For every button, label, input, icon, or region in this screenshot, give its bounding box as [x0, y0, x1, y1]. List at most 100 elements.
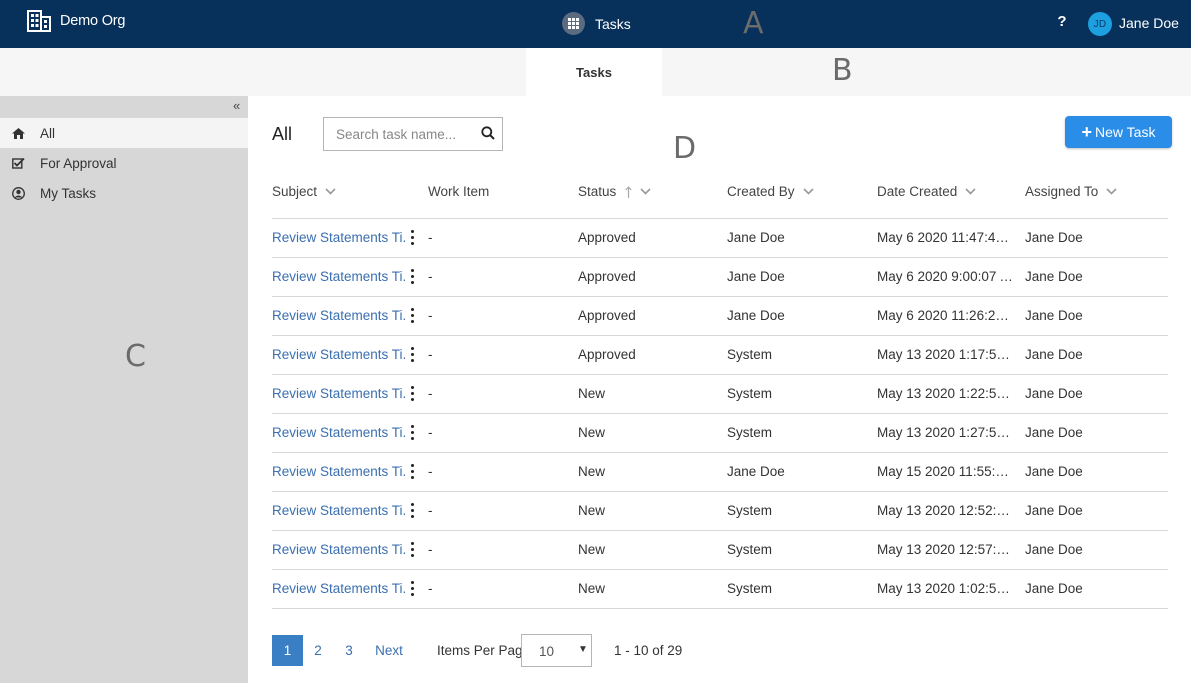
help-icon[interactable]: ? [1055, 13, 1069, 30]
annotation-label-c: C [125, 339, 146, 374]
task-subject-link[interactable]: Review Statements Ti... [272, 503, 406, 518]
created-by-cell: Jane Doe [727, 269, 785, 284]
work-item-cell: - [428, 308, 433, 323]
assigned-to-cell: Jane Doe [1025, 542, 1083, 557]
created-by-cell: System [727, 425, 773, 440]
new-task-button[interactable]: + New Task [1065, 116, 1172, 148]
page-button-2[interactable]: 2 [310, 635, 326, 666]
items-per-page-value: 10 [539, 644, 555, 659]
user-menu[interactable]: Jane Doe [1119, 15, 1179, 31]
task-subject-link[interactable]: Review Statements Ti... [272, 269, 406, 284]
row-actions-icon[interactable] [408, 228, 416, 252]
checkbox-icon [12, 157, 25, 169]
row-actions-icon[interactable] [408, 267, 416, 291]
status-cell: Approved [578, 308, 636, 323]
column-header-assigned-to[interactable]: Assigned To [1025, 184, 1117, 199]
date-created-cell: May 6 2020 9:00:07 AM [877, 269, 1015, 284]
created-by-cell: Jane Doe [727, 308, 785, 323]
home-icon [12, 127, 25, 139]
row-actions-icon[interactable] [408, 423, 416, 447]
date-created-cell: May 15 2020 11:55:47... [877, 464, 1015, 479]
status-cell: New [578, 464, 606, 479]
work-item-cell: - [428, 464, 433, 479]
column-header-label: Date Created [877, 184, 958, 199]
created-by-cell: System [727, 386, 773, 401]
work-item-cell: - [428, 425, 433, 440]
column-header-work-item: Work Item [428, 184, 489, 199]
chevron-down-icon [640, 188, 651, 195]
table-row: Review Statements Ti... - Approved Jane Doe… [272, 258, 1168, 297]
building-icon [27, 10, 51, 32]
sidebar-item-label: For Approval [40, 155, 117, 171]
status-cell: Approved [578, 347, 636, 362]
chevron-down-icon [965, 188, 976, 195]
avatar[interactable]: JD [1088, 12, 1112, 36]
chevron-down-icon [1106, 188, 1117, 195]
sidebar-item-for-approval[interactable]: For Approval [0, 148, 248, 178]
column-header-label: Status [578, 184, 617, 199]
status-cell: New [578, 386, 606, 401]
items-per-page-select[interactable]: 10 ▼ [521, 634, 592, 667]
plus-icon: + [1081, 122, 1093, 142]
created-by-cell: System [727, 503, 773, 518]
task-subject-link[interactable]: Review Statements Ti... [272, 581, 406, 596]
tab-bar: Tasks [0, 48, 1191, 96]
column-header-label: Created By [727, 184, 795, 199]
user-circle-icon [12, 186, 25, 200]
search-icon[interactable] [481, 126, 495, 140]
assigned-to-cell: Jane Doe [1025, 386, 1083, 401]
work-item-cell: - [428, 230, 433, 245]
task-subject-link[interactable]: Review Statements Ti... [272, 464, 406, 479]
column-header-status[interactable]: Status [578, 184, 651, 199]
collapse-sidebar-icon[interactable]: « [233, 98, 240, 113]
row-actions-icon[interactable] [408, 579, 416, 603]
row-actions-icon[interactable] [408, 345, 416, 369]
column-header-subject[interactable]: Subject [272, 184, 336, 199]
column-header-created-by[interactable]: Created By [727, 184, 814, 199]
page-button-1[interactable]: 1 [272, 635, 303, 666]
pagination-range: 1 - 10 of 29 [614, 643, 683, 658]
task-subject-link[interactable]: Review Statements Ti... [272, 347, 406, 362]
date-created-cell: May 13 2020 12:57:52... [877, 542, 1015, 557]
assigned-to-cell: Jane Doe [1025, 464, 1083, 479]
page-button-3[interactable]: 3 [341, 635, 357, 666]
sidebar: « All For Approval My Tasks [0, 96, 248, 683]
sidebar-item-all[interactable]: All [0, 118, 248, 148]
assigned-to-cell: Jane Doe [1025, 581, 1083, 596]
sidebar-item-label: My Tasks [40, 185, 97, 201]
chevron-down-icon [802, 188, 814, 195]
search-box [323, 117, 503, 151]
app-launcher[interactable]: Tasks [562, 12, 631, 35]
date-created-cell: May 13 2020 1:17:55 ... [877, 347, 1015, 362]
task-subject-link[interactable]: Review Statements Ti... [272, 425, 406, 440]
row-actions-icon[interactable] [408, 384, 416, 408]
column-header-date-created[interactable]: Date Created [877, 184, 976, 199]
annotation-label-b: B [832, 53, 853, 88]
task-subject-link[interactable]: Review Statements Ti... [272, 542, 406, 557]
annotation-label-a: A [743, 6, 764, 41]
row-actions-icon[interactable] [408, 540, 416, 564]
status-cell: New [578, 542, 606, 557]
created-by-cell: System [727, 347, 773, 362]
tab-tasks[interactable]: Tasks [526, 48, 662, 96]
assigned-to-cell: Jane Doe [1025, 230, 1083, 245]
sidebar-item-my-tasks[interactable]: My Tasks [0, 178, 248, 208]
next-page-button[interactable]: Next [375, 635, 403, 666]
table-row: Review Statements Ti... - Approved Jane Doe… [272, 297, 1168, 336]
row-actions-icon[interactable] [408, 462, 416, 486]
org-switcher[interactable]: Demo Org [27, 10, 125, 32]
items-per-page-label: Items Per Page [437, 643, 531, 658]
task-subject-link[interactable]: Review Statements Ti... [272, 230, 406, 245]
row-actions-icon[interactable] [408, 306, 416, 330]
work-item-cell: - [428, 581, 433, 596]
date-created-cell: May 6 2020 11:47:49 ... [877, 230, 1015, 245]
date-created-cell: May 13 2020 1:02:53 ... [877, 581, 1015, 596]
task-subject-link[interactable]: Review Statements Ti... [272, 386, 406, 401]
task-subject-link[interactable]: Review Statements Ti... [272, 308, 406, 323]
column-header-label: Assigned To [1025, 184, 1099, 199]
row-actions-icon[interactable] [408, 501, 416, 525]
search-input[interactable] [324, 118, 474, 150]
date-created-cell: May 6 2020 11:26:27 ... [877, 308, 1015, 323]
table-row: Review Statements Ti... - New System May 13 … [272, 414, 1168, 453]
date-created-cell: May 13 2020 1:27:56 ... [877, 425, 1015, 440]
